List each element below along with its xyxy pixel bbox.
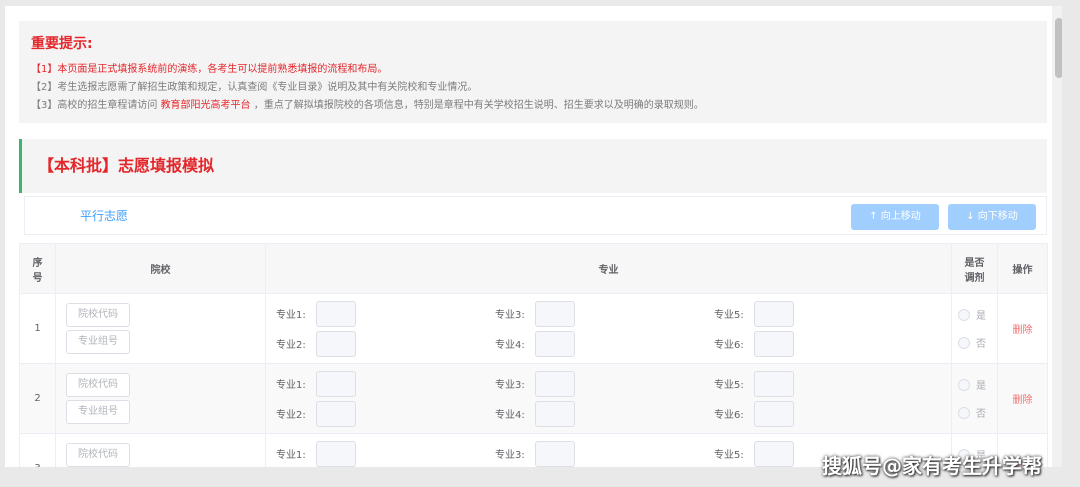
- section-title: 【本科批】志愿填报模拟: [19, 139, 1047, 193]
- major-1-input[interactable]: [316, 440, 356, 467]
- major-label: 专业4:: [495, 410, 525, 421]
- table-row: 2 院校代码 专业组号 专业1: 专业2: 专业3: 专业4: 专业5: 专业6…: [19, 363, 1048, 434]
- move-up-button[interactable]: ↑ 向上移动: [851, 204, 939, 230]
- major-cell: 专业1: 专业2: 专业3:: [265, 293, 952, 364]
- major-5-input[interactable]: [754, 300, 794, 327]
- major-5-input[interactable]: [754, 370, 794, 397]
- adjust-cell: 是 否: [951, 293, 998, 364]
- scrollbar[interactable]: [1052, 6, 1062, 467]
- major-6-input[interactable]: [754, 330, 794, 357]
- radio-circle-icon: [958, 308, 970, 321]
- major-3-input[interactable]: [535, 440, 575, 467]
- adjust-no-radio[interactable]: 否: [958, 329, 997, 357]
- adjust-yes-radio[interactable]: 是: [958, 371, 997, 399]
- row-index: 1: [19, 293, 56, 364]
- major-3-input[interactable]: [535, 300, 575, 327]
- school-code-input[interactable]: 院校代码: [66, 443, 130, 467]
- major-4-input[interactable]: [535, 330, 575, 357]
- major-label: 专业5:: [714, 380, 744, 391]
- major-label: 专业5:: [714, 450, 744, 461]
- major-label: 专业4:: [495, 340, 525, 351]
- header-school: 院校: [55, 243, 266, 294]
- major-label: 专业3:: [495, 380, 525, 391]
- school-cell: 院校代码 专业组号: [55, 433, 266, 467]
- delete-link[interactable]: 删除: [997, 293, 1048, 364]
- major-label: 专业2:: [276, 340, 306, 351]
- major-6-input[interactable]: [754, 400, 794, 427]
- radio-circle-icon: [958, 378, 970, 391]
- notice-box: 重要提示: 【1】本页面是正式填报系统前的演练，各考生可以提前熟悉填报的流程和布…: [19, 21, 1047, 123]
- table-header: 序号 院校 专业 是否调剂 操作: [19, 243, 1048, 294]
- notice-line-2: 【2】考生选报志愿需了解招生政策和规定，认真查阅《专业目录》说明及其中有关院校和…: [31, 82, 478, 93]
- major-1-input[interactable]: [316, 370, 356, 397]
- header-action: 操作: [997, 243, 1048, 294]
- adjust-no-radio[interactable]: 否: [958, 399, 997, 427]
- major-5-input[interactable]: [754, 440, 794, 467]
- major-4-input[interactable]: [535, 400, 575, 427]
- school-code-input[interactable]: 院校代码: [66, 373, 130, 397]
- school-cell: 院校代码 专业组号: [55, 363, 266, 434]
- radio-circle-icon: [958, 406, 970, 419]
- table-row: 1 院校代码 专业组号 专业1: 专业2: 专业3: 专业4: 专业5: 专业6…: [19, 293, 1048, 364]
- major-label: 专业6:: [714, 410, 744, 421]
- row-index: 3: [19, 433, 56, 467]
- volunteer-table: 序号 院校 专业 是否调剂 操作 1 院校代码 专业组号 专业1: 专业2: 专…: [19, 243, 1048, 467]
- adjust-yes-label: 是: [976, 311, 986, 322]
- major-2-input[interactable]: [316, 330, 356, 357]
- delete-link[interactable]: 删除: [997, 363, 1048, 434]
- row-index: 2: [19, 363, 56, 434]
- major-label: 专业1:: [276, 380, 306, 391]
- header-adjust: 是否调剂: [951, 243, 998, 294]
- watermark: 搜狐号@家有考生升学帮: [822, 454, 1042, 478]
- major-label: 专业3:: [495, 450, 525, 461]
- radio-circle-icon: [958, 336, 970, 349]
- major-label: 专业2:: [276, 410, 306, 421]
- adjust-no-label: 否: [976, 339, 986, 350]
- major-group-input[interactable]: 专业组号: [66, 400, 130, 424]
- notice-line-3-post: ，重点了解拟填报院校的各项信息，特别是章程中有关学校招生说明、招生要求以及明确的…: [253, 100, 704, 111]
- adjust-yes-radio[interactable]: 是: [958, 301, 997, 329]
- main-page: 重要提示: 【1】本页面是正式填报系统前的演练，各考生可以提前熟悉填报的流程和布…: [5, 6, 1062, 467]
- move-down-button[interactable]: ↓ 向下移动: [948, 204, 1036, 230]
- notice-line-3-pre: 【3】高校的招生章程请访问: [31, 100, 158, 111]
- major-group-input[interactable]: 专业组号: [66, 330, 130, 354]
- scrollbar-thumb[interactable]: [1055, 18, 1062, 78]
- tab-parallel[interactable]: 平行志愿: [80, 207, 128, 224]
- notice-title: 重要提示:: [31, 36, 93, 52]
- header-index: 序号: [19, 243, 56, 294]
- major-label: 专业5:: [714, 310, 744, 321]
- notice-line-1: 【1】本页面是正式填报系统前的演练，各考生可以提前熟悉填报的流程和布局。: [31, 64, 388, 75]
- school-cell: 院校代码 专业组号: [55, 293, 266, 364]
- school-code-input[interactable]: 院校代码: [66, 303, 130, 327]
- sunshine-gaokao-link[interactable]: 教育部阳光高考平台: [161, 100, 251, 111]
- major-1-input[interactable]: [316, 300, 356, 327]
- major-label: 专业1:: [276, 310, 306, 321]
- adjust-no-label: 否: [976, 409, 986, 420]
- major-2-input[interactable]: [316, 400, 356, 427]
- major-label: 专业1:: [276, 450, 306, 461]
- major-label: 专业3:: [495, 310, 525, 321]
- header-major: 专业: [265, 243, 952, 294]
- notice-line-3: 【3】高校的招生章程请访问 教育部阳光高考平台 ，重点了解拟填报院校的各项信息，…: [31, 97, 1035, 115]
- adjust-yes-label: 是: [976, 381, 986, 392]
- major-label: 专业6:: [714, 340, 744, 351]
- major-cell: 专业1: 专业2: 专业3:: [265, 363, 952, 434]
- adjust-cell: 是 否: [951, 363, 998, 434]
- tab-bar: 平行志愿 ↑ 向上移动 ↓ 向下移动: [24, 196, 1047, 235]
- major-3-input[interactable]: [535, 370, 575, 397]
